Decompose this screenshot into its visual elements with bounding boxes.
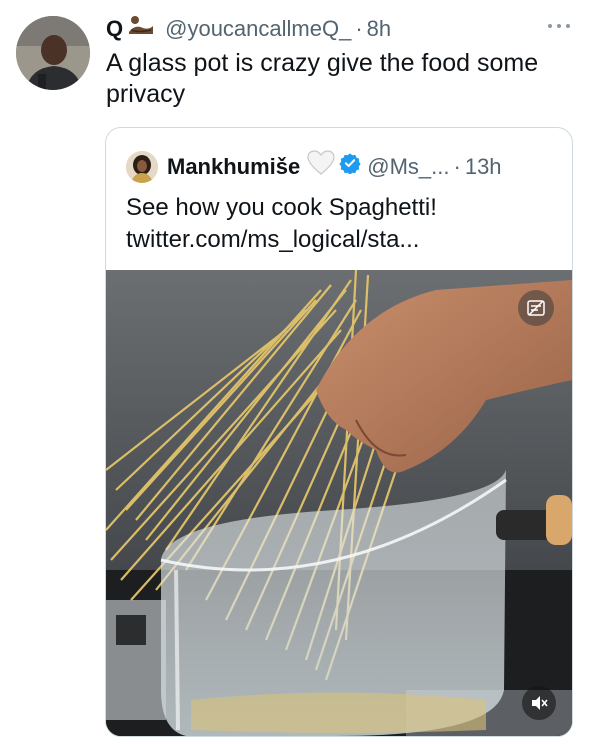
quoted-tweet-text: See how you cook Spaghetti! twitter.com/… xyxy=(126,192,437,256)
more-options-button[interactable] xyxy=(546,17,576,35)
quoted-tweet-card[interactable]: Mankhumiše @Ms_... · 13h See how you coo… xyxy=(105,127,573,737)
tweet-time[interactable]: 8h xyxy=(367,15,391,43)
more-horizontal-icon xyxy=(548,24,552,28)
tweet-text: A glass pot is crazy give the food some … xyxy=(106,49,539,108)
author-avatar[interactable] xyxy=(16,16,90,90)
image-description-button[interactable] xyxy=(518,290,554,326)
video-media[interactable] xyxy=(106,270,572,736)
image-description-icon xyxy=(527,300,545,316)
quoted-tweet-text-line: See how you cook Spaghetti! xyxy=(126,194,437,221)
quoted-tweet-time[interactable]: 13h xyxy=(465,153,502,181)
video-frame xyxy=(106,270,572,736)
author-name[interactable]: Q xyxy=(106,15,123,43)
mute-button[interactable] xyxy=(522,686,556,720)
volume-muted-icon xyxy=(532,696,548,710)
author-emoji xyxy=(127,14,155,43)
quoted-tweet-header: Mankhumiše @Ms_... · 13h xyxy=(126,150,502,183)
separator-dot: · xyxy=(355,15,363,41)
quoted-author-handle[interactable]: @Ms_... xyxy=(367,153,449,181)
quoted-author-avatar[interactable] xyxy=(126,150,158,183)
verified-badge-icon xyxy=(339,152,361,181)
white-heart-icon xyxy=(307,150,335,183)
author-handle[interactable]: @youcancallmeQ_ xyxy=(165,15,351,43)
quoted-separator-dot: · xyxy=(453,153,461,179)
tweet-header: Q @youcancallmeQ_ · 8h xyxy=(106,14,391,43)
quoted-author-name[interactable]: Mankhumiše xyxy=(167,153,300,181)
quoted-tweet-link[interactable]: twitter.com/ms_logical/sta... xyxy=(126,224,437,256)
